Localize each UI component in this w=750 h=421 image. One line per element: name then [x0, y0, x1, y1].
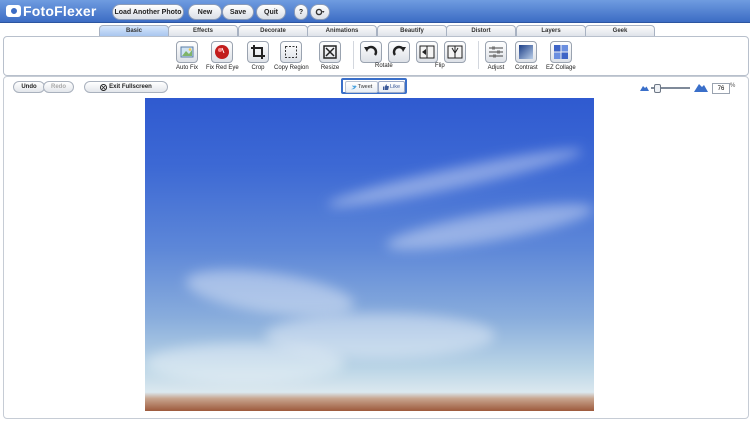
flip-horizontal-icon: [416, 41, 438, 63]
tool-panel: Auto Fix Fix Red Eye Crop Copy Region Re…: [3, 36, 749, 76]
copy-region-icon: [280, 41, 303, 63]
resize-icon: [319, 41, 341, 63]
photo-canvas[interactable]: [145, 98, 594, 411]
resize-label: Resize: [320, 65, 340, 71]
ez-collage-label: EZ Collage: [546, 65, 576, 71]
flip-vertical-button[interactable]: [444, 41, 466, 63]
rotate-label: Rotate: [375, 63, 393, 69]
zoom-out-mountain-icon[interactable]: [640, 84, 649, 91]
tweet-label: Tweet: [357, 84, 373, 90]
flip-horizontal-button[interactable]: [416, 41, 438, 63]
crop-icon: [247, 41, 269, 63]
collage-icon: [549, 41, 572, 63]
toolbar-divider: [353, 41, 354, 69]
save-button[interactable]: Save: [222, 4, 254, 20]
social-share-box: Tweet Like: [341, 78, 407, 94]
tab-basic[interactable]: Basic: [99, 25, 169, 36]
crop-label: Crop: [251, 65, 265, 71]
rotate-right-button[interactable]: [388, 41, 410, 63]
zoom-percent-field[interactable]: 76: [712, 83, 730, 94]
gear-icon: [315, 8, 325, 16]
thumbs-up-icon: [382, 84, 389, 90]
zoom-in-mountain-icon[interactable]: [694, 82, 708, 92]
rotate-left-icon: [360, 41, 382, 63]
tab-geek[interactable]: Geek: [585, 25, 655, 36]
tab-decorate[interactable]: Decorate: [238, 25, 308, 36]
red-eye-icon: [211, 41, 234, 63]
contrast-label: Contrast: [515, 65, 538, 71]
crop-tool[interactable]: Crop: [247, 41, 269, 71]
exit-fullscreen-icon: [100, 83, 108, 91]
quit-button[interactable]: Quit: [256, 4, 286, 20]
tab-effects[interactable]: Effects: [168, 25, 238, 36]
copy-region-label: Copy Region: [274, 65, 309, 71]
category-tabs: Basic Effects Decorate Animations Beauti…: [0, 24, 750, 36]
zoom-slider-handle[interactable]: [653, 84, 661, 93]
zoom-percent-sign: %: [730, 83, 736, 89]
tab-beautify[interactable]: Beautify: [377, 25, 447, 36]
help-button[interactable]: ?: [294, 4, 308, 20]
adjust-tool[interactable]: Adjust: [485, 41, 507, 71]
fix-red-eye-tool[interactable]: Fix Red Eye: [206, 41, 239, 71]
redo-button[interactable]: Redo: [43, 81, 74, 93]
exit-fullscreen-label: Exit Fullscreen: [109, 84, 152, 90]
ez-collage-tool[interactable]: EZ Collage: [546, 41, 576, 71]
fix-red-eye-label: Fix Red Eye: [206, 65, 239, 71]
load-another-photo-button[interactable]: Load Another Photo: [112, 4, 184, 20]
copy-region-tool[interactable]: Copy Region: [274, 41, 309, 71]
camera-icon: [6, 5, 21, 17]
tab-distort[interactable]: Distort: [446, 25, 516, 36]
logo-text: FotoFlexer: [23, 3, 97, 19]
cloud-streak: [325, 141, 585, 215]
top-bar: FotoFlexer Load Another Photo New Save Q…: [0, 0, 750, 23]
contrast-tool[interactable]: Contrast: [515, 41, 538, 71]
new-button[interactable]: New: [188, 4, 222, 20]
tab-layers[interactable]: Layers: [516, 25, 586, 36]
like-button[interactable]: Like: [378, 81, 405, 93]
cloud-streak: [145, 343, 345, 383]
rotate-right-icon: [388, 41, 410, 63]
undo-button[interactable]: Undo: [13, 81, 45, 93]
settings-button[interactable]: [310, 4, 330, 20]
auto-fix-tool[interactable]: Auto Fix: [176, 41, 198, 71]
tab-animations[interactable]: Animations: [307, 25, 377, 36]
rotate-left-button[interactable]: [360, 41, 382, 63]
adjust-sliders-icon: [485, 41, 507, 63]
cloud-streak: [384, 194, 594, 260]
auto-fix-label: Auto Fix: [176, 65, 199, 71]
exit-fullscreen-button[interactable]: Exit Fullscreen: [84, 81, 168, 93]
logo: FotoFlexer: [6, 2, 97, 20]
like-label: Like: [389, 84, 401, 90]
flip-vertical-icon: [444, 41, 466, 63]
adjust-label: Adjust: [487, 65, 505, 71]
contrast-icon: [515, 41, 538, 63]
flip-label: Flip: [435, 63, 445, 69]
twitter-bird-icon: [350, 85, 357, 89]
resize-tool[interactable]: Resize: [319, 41, 341, 71]
tweet-button[interactable]: Tweet: [345, 81, 378, 93]
auto-fix-icon: [176, 41, 198, 63]
toolbar-divider: [478, 41, 479, 69]
